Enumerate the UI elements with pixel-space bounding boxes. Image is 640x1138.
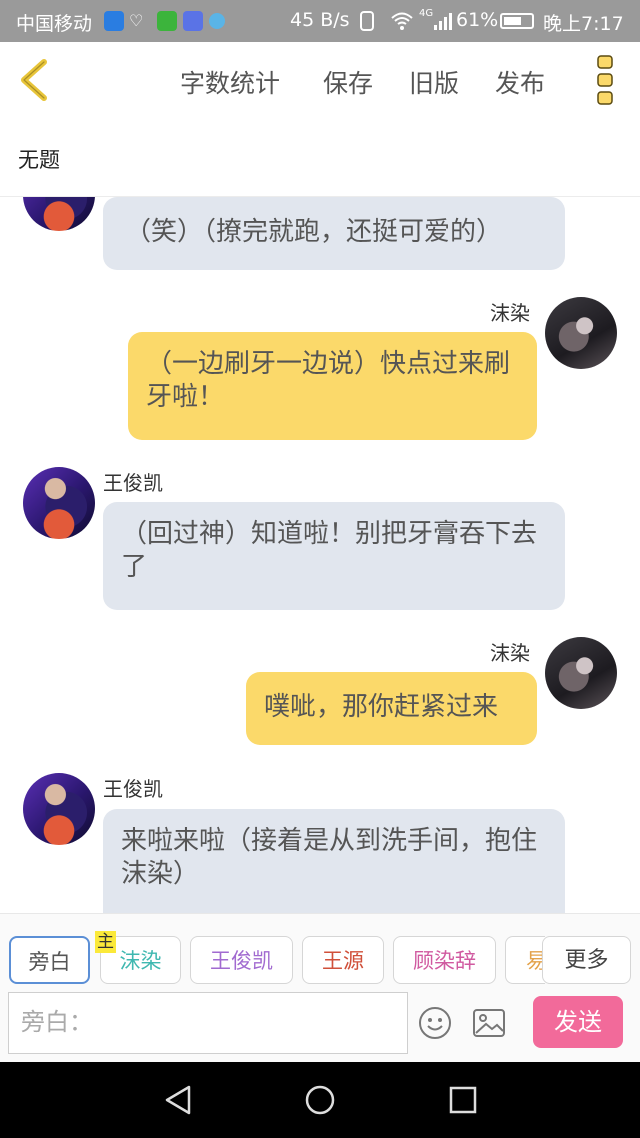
avatar[interactable] [23, 197, 95, 231]
role-chip-guranci[interactable]: 顾染辞 [393, 936, 496, 984]
save-button[interactable]: 保存 [323, 64, 373, 100]
send-button[interactable]: 发送 [533, 996, 623, 1048]
old-version-button[interactable]: 旧版 [409, 64, 459, 100]
signal-icon [433, 11, 455, 31]
word-count-button[interactable]: 字数统计 [180, 64, 280, 100]
role-chip-yi[interactable]: 易 [505, 936, 547, 984]
role-label: 王源 [322, 949, 364, 973]
system-nav-bar [0, 1062, 640, 1138]
shield-app-icon [104, 11, 124, 31]
chat-bubble[interactable]: 来啦来啦（接着是从到洗手间，抱住沫染） [103, 809, 565, 913]
role-chip-wangjunkai[interactable]: 王俊凯 [190, 936, 293, 984]
editor-toolbar: 字数统计 保存 旧版 发布 [0, 42, 640, 119]
browser-app-icon [209, 13, 225, 29]
main-role-badge: 主 [95, 931, 116, 953]
more-label: 更多 [564, 948, 609, 973]
avatar[interactable] [23, 773, 95, 845]
role-label: 沫染 [119, 949, 162, 973]
speaker-name: 王俊凯 [103, 471, 163, 495]
carrier-label: 中国移动 [16, 13, 93, 35]
network-speed: 45 B/s [290, 9, 350, 31]
avatar[interactable] [545, 637, 617, 709]
speaker-name: 王俊凯 [103, 777, 163, 801]
clock: 晚上7:17 [543, 13, 624, 35]
avatar[interactable] [23, 467, 95, 539]
story-title: 无题 [18, 148, 60, 172]
smiley-icon[interactable] [418, 1006, 452, 1040]
back-triangle-icon[interactable] [163, 1084, 193, 1116]
speaker-name: 沫染 [490, 641, 530, 665]
role-label: 旁白 [28, 950, 71, 974]
vibrate-icon [360, 11, 374, 31]
chat-bubble[interactable]: （一边刷牙一边说）快点过来刷牙啦！ [128, 332, 537, 440]
role-chip-wangyuan[interactable]: 王源 [302, 936, 384, 984]
more-roles-button[interactable]: 更多 [542, 936, 631, 984]
music-app-icon [183, 11, 203, 31]
vertical-dots-icon[interactable] [594, 54, 616, 106]
battery-icon [500, 13, 534, 29]
chat-area: （笑）（撩完就跑，还挺可爱的） 沫染 （一边刷牙一边说）快点过来刷牙啦！ 王俊凯… [0, 197, 640, 913]
chat-bubble[interactable]: （回过神）知道啦！别把牙膏吞下去了 [103, 502, 565, 610]
speaker-name: 沫染 [490, 301, 530, 325]
story-title-bar[interactable]: 无题 [0, 118, 640, 197]
iqiyi-app-icon [157, 11, 177, 31]
network-type: 4G [419, 8, 434, 19]
image-icon[interactable] [472, 1008, 506, 1038]
message-input[interactable] [19, 993, 393, 1051]
chevron-left-icon[interactable] [14, 56, 54, 104]
home-circle-icon[interactable] [304, 1084, 336, 1116]
role-label: 王俊凯 [210, 949, 273, 973]
message-field[interactable] [8, 992, 408, 1054]
heart-rate-icon: ♡ [129, 11, 144, 30]
status-bar: 中国移动 ♡ 45 B/s 4G 61% 晚上7:17 [0, 0, 640, 42]
composer: 旁白 沫染 主 王俊凯 王源 顾染辞 易 更多 发送 [0, 913, 640, 1062]
wifi-icon [390, 11, 414, 31]
chat-bubble[interactable]: 噗呲，那你赶紧过来 [246, 672, 537, 745]
role-label: 顾染辞 [413, 949, 476, 973]
publish-button[interactable]: 发布 [495, 64, 545, 100]
battery-percent: 61% [456, 9, 499, 31]
avatar[interactable] [545, 297, 617, 369]
chat-bubble[interactable]: （笑）（撩完就跑，还挺可爱的） [103, 197, 565, 270]
role-chip-narrator[interactable]: 旁白 [9, 936, 90, 984]
recents-square-icon[interactable] [449, 1086, 477, 1114]
